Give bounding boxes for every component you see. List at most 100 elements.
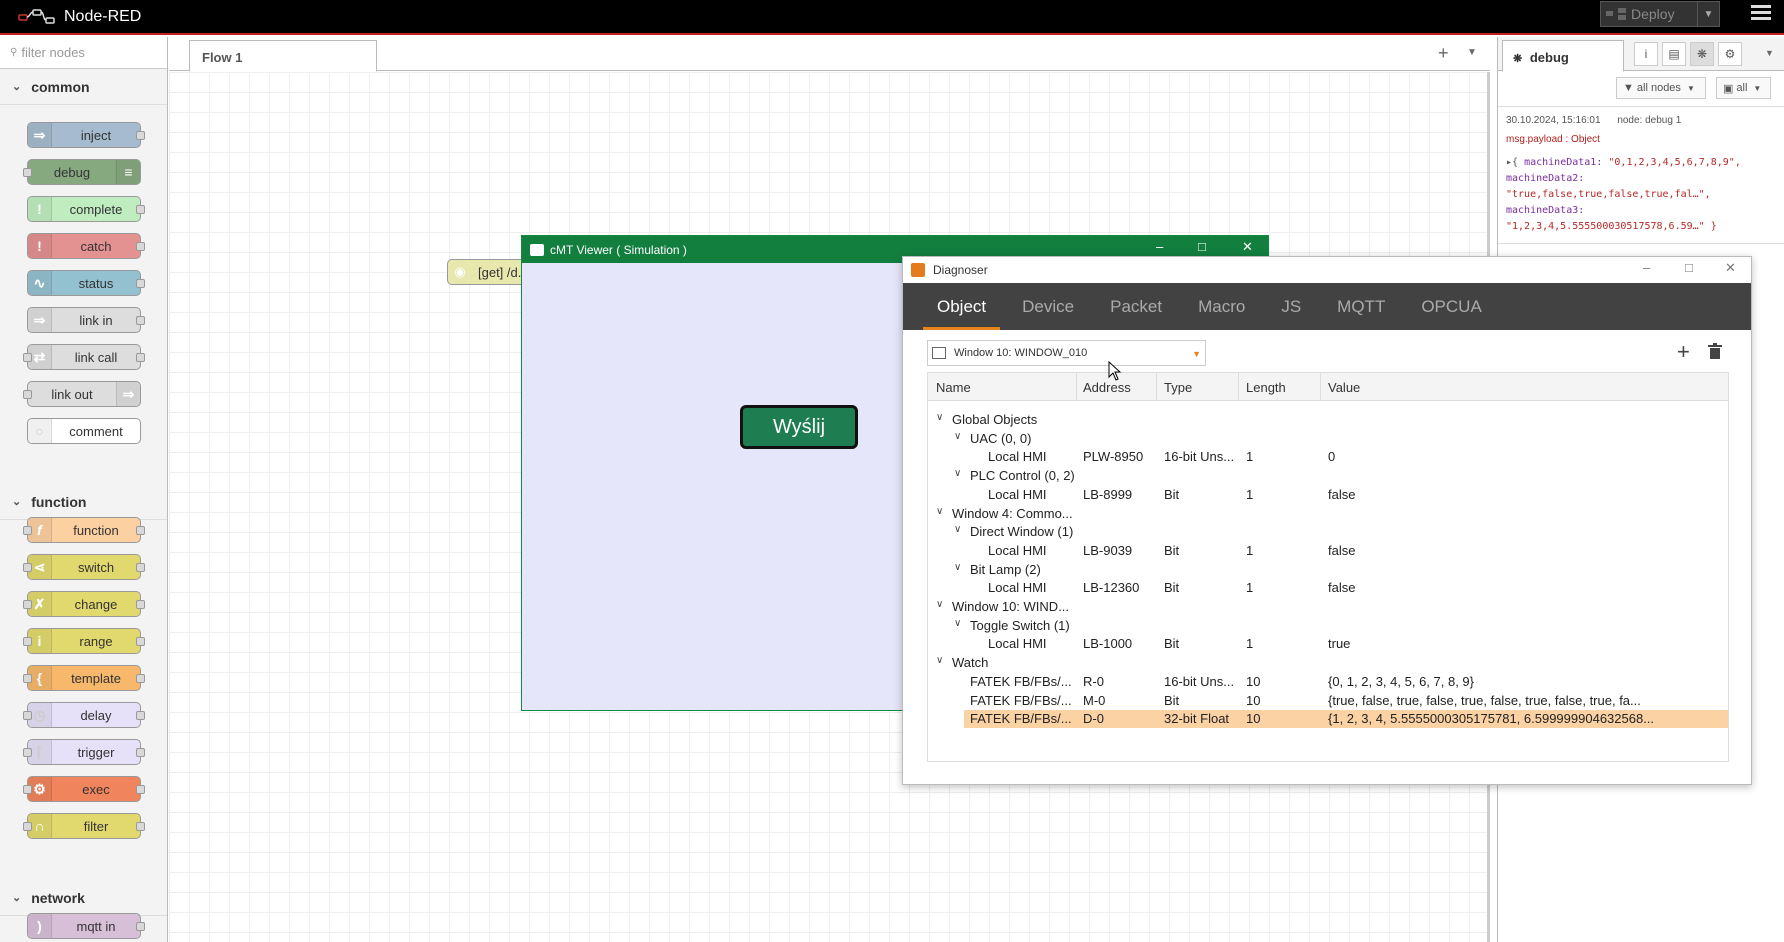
expand-toggle-icon[interactable]: ∨	[936, 655, 943, 666]
palette-node-debug[interactable]: debug ≡	[23, 159, 141, 185]
expand-toggle-icon[interactable]: ∨	[954, 468, 961, 479]
payload-line: machineData3:	[1506, 205, 1585, 216]
table-row[interactable]: FATEK FB/FBs/... M-0 Bit 10 {true, false, tr…	[928, 692, 1728, 710]
maximize-icon[interactable]: □	[1685, 260, 1693, 275]
palette-node-trigger[interactable]: ⌈ trigger	[23, 739, 145, 765]
tab-flow-1[interactable]: Flow 1	[189, 40, 377, 72]
palette-node-mqtt-in[interactable]: ) mqtt in	[27, 913, 145, 939]
table-row[interactable]: ∨ PLC Control (0, 2)	[928, 467, 1728, 485]
table-row[interactable]: Local HMI LB-8999 Bit 1 false	[928, 486, 1728, 504]
expand-toggle-icon[interactable]: ∨	[936, 599, 943, 610]
row-name: Toggle Switch (1)	[970, 617, 1070, 633]
col-value[interactable]: Value	[1328, 380, 1360, 395]
col-type[interactable]: Type	[1164, 380, 1192, 395]
palette-node-link-call[interactable]: ⇄ link call	[23, 344, 145, 370]
close-icon[interactable]: ✕	[1242, 239, 1253, 255]
expand-toggle-icon[interactable]: ∨	[954, 524, 961, 535]
info-icon[interactable]: i	[1634, 42, 1658, 66]
palette-node-exec[interactable]: ⚙ exec	[23, 776, 145, 802]
palette-node-delay[interactable]: ◷ delay	[23, 702, 145, 728]
palette-node-template[interactable]: { template	[23, 665, 145, 691]
expand-toggle-icon[interactable]: ∨	[954, 562, 961, 573]
table-row-selected[interactable]: FATEK FB/FBs/... D-0 32-bit Float 10 {1, 2, …	[928, 710, 1728, 729]
palette-node-status[interactable]: ∿ status	[27, 270, 145, 296]
tab-mqtt[interactable]: MQTT	[1337, 283, 1385, 330]
palette-node-inject[interactable]: ⇒ inject	[27, 122, 145, 148]
debug-message[interactable]: 30.10.2024, 15:16:01 node: debug 1 msg.p…	[1498, 107, 1784, 244]
expand-toggle-icon[interactable]: ∨	[954, 618, 961, 629]
palette-node-function[interactable]: f function	[23, 517, 145, 543]
deploy-dropdown-icon[interactable]: ▼	[1697, 2, 1719, 26]
message-payload[interactable]: ▸{ machineData1: "0,1,2,3,4,5,6,7,8,9", …	[1506, 155, 1776, 235]
col-name[interactable]: Name	[936, 380, 971, 395]
add-icon[interactable]: +	[1677, 339, 1690, 365]
palette-node-link-in[interactable]: ⇒ link in	[27, 307, 145, 333]
table-row[interactable]: ∨ Direct Window (1)	[928, 523, 1728, 541]
palette-node-complete[interactable]: ! complete	[27, 196, 145, 222]
table-row[interactable]: Local HMI PLW-8950 16-bit Uns... 1 0	[928, 448, 1728, 466]
expand-toggle-icon[interactable]: ∨	[936, 412, 943, 423]
table-row[interactable]: ∨ UAC (0, 0)	[928, 430, 1728, 448]
tab-object[interactable]: Object	[922, 283, 1001, 330]
minimize-icon[interactable]: –	[1156, 239, 1163, 254]
diagnoser-tabs: Object Device Packet Macro JS MQTT OPCUA	[903, 283, 1751, 330]
palette-node-catch[interactable]: ! catch	[27, 233, 145, 259]
palette-category-network[interactable]: ⌄ network	[0, 880, 167, 916]
table-header: Name Address Type Length Value	[928, 373, 1728, 401]
window-select[interactable]: Window 10: WINDOW_010 ▼	[927, 340, 1206, 366]
col-address[interactable]: Address	[1083, 380, 1131, 395]
palette-node-switch[interactable]: ⋖ switch	[23, 554, 145, 580]
palette-category-common[interactable]: ⌄ common	[0, 69, 167, 105]
table-row[interactable]: Local HMI LB-9039 Bit 1 false	[928, 542, 1728, 560]
table-row[interactable]: ∨ Window 4: Commo...	[928, 505, 1728, 523]
palette-category-function[interactable]: ⌄ function	[0, 484, 167, 520]
sidebar-tab-debug[interactable]: ❋ debug	[1502, 40, 1624, 72]
table-row[interactable]: ∨ Window 10: WIND...	[928, 598, 1728, 616]
window-icon	[932, 347, 946, 359]
chevron-down-icon[interactable]: ▼	[1467, 47, 1477, 58]
gear-icon[interactable]: ⚙	[1718, 42, 1742, 66]
row-type: Bit	[1164, 692, 1180, 708]
tab-packet[interactable]: Packet	[1110, 283, 1162, 330]
row-length: 1	[1246, 636, 1254, 652]
close-icon[interactable]: ✕	[1725, 260, 1736, 276]
expand-toggle-icon[interactable]: ∨	[954, 431, 961, 442]
diagnoser-titlebar[interactable]: Diagnoser – □ ✕	[903, 257, 1751, 283]
col-length[interactable]: Length	[1246, 380, 1286, 395]
expand-toggle-icon[interactable]: ∨	[936, 506, 943, 517]
row-type: 16-bit Uns...	[1164, 673, 1235, 689]
maximize-icon[interactable]: □	[1198, 239, 1206, 254]
row-address: R-0	[1083, 673, 1104, 689]
table-row[interactable]: ∨ Watch	[928, 654, 1728, 672]
expand-icon[interactable]: ▸	[1506, 157, 1512, 168]
diagnoser-title: Diagnoser	[933, 263, 988, 277]
table-row[interactable]: ∨ Global Objects	[928, 411, 1728, 429]
bug-tab-icon[interactable]: ❋	[1690, 42, 1714, 66]
book-icon[interactable]: ▤	[1662, 42, 1686, 66]
palette-node-comment[interactable]: ○ comment	[27, 418, 141, 444]
main-menu-icon[interactable]	[1751, 5, 1771, 23]
palette-node-link-out[interactable]: link out ⇒	[23, 381, 141, 407]
palette-node-range[interactable]: i range	[23, 628, 145, 654]
clear-messages-button[interactable]: ▣ all ▼	[1716, 77, 1771, 99]
tab-macro[interactable]: Macro	[1198, 283, 1245, 330]
palette-node-filter[interactable]: ∩ filter	[23, 813, 145, 839]
tab-device[interactable]: Device	[1022, 283, 1074, 330]
palette-node-change[interactable]: ✗ change	[23, 591, 145, 617]
trash-icon[interactable]	[1708, 343, 1722, 359]
filter-nodes-dropdown[interactable]: ▼ all nodes ▼	[1616, 77, 1706, 99]
palette-search-input[interactable]: ⚲ filter nodes	[0, 37, 167, 69]
chevron-down-icon[interactable]: ▼	[1765, 48, 1774, 58]
table-row[interactable]: FATEK FB/FBs/... R-0 16-bit Uns... 10 {0, 1,…	[928, 673, 1728, 691]
wyslij-button[interactable]: Wyślij	[740, 405, 858, 449]
tab-opcua[interactable]: OPCUA	[1421, 283, 1481, 330]
minimize-icon[interactable]: –	[1643, 260, 1650, 275]
add-flow-icon[interactable]: +	[1438, 43, 1449, 64]
exclamation-icon: !	[28, 234, 52, 258]
table-row[interactable]: Local HMI LB-12360 Bit 1 false	[928, 579, 1728, 597]
tab-js[interactable]: JS	[1281, 283, 1301, 330]
table-row[interactable]: ∨ Toggle Switch (1)	[928, 617, 1728, 635]
deploy-button[interactable]: Deploy ▼	[1600, 1, 1720, 27]
table-row[interactable]: ∨ Bit Lamp (2)	[928, 561, 1728, 579]
table-row[interactable]: Local HMI LB-1000 Bit 1 true	[928, 635, 1728, 653]
